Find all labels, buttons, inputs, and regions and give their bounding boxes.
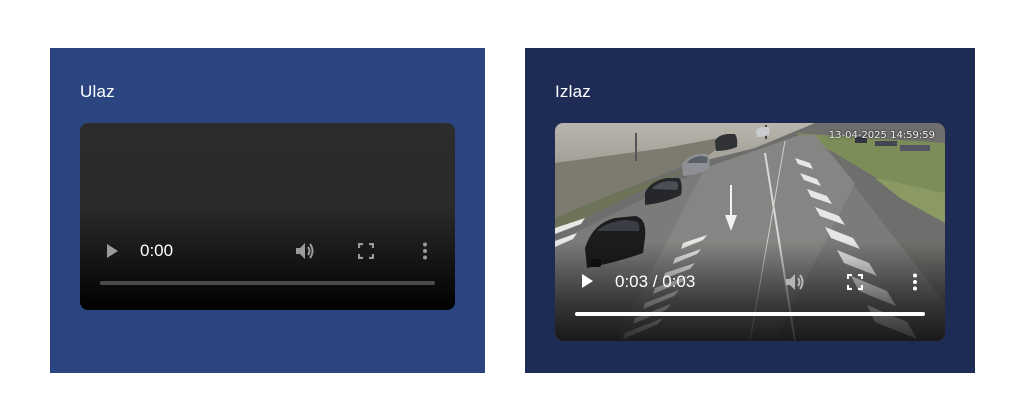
more-options-icon: [423, 242, 427, 260]
volume-icon: [786, 274, 804, 290]
input-video-player[interactable]: 0:00: [80, 123, 455, 310]
output-panel: Izlaz 13-04-2025 14:59:59 0:03 / 0:03: [525, 48, 975, 373]
fullscreen-button[interactable]: [355, 240, 377, 262]
output-panel-title: Izlaz: [555, 82, 591, 101]
play-icon: [582, 274, 593, 288]
play-button[interactable]: [102, 241, 122, 261]
input-panel-title: Ulaz: [80, 82, 115, 101]
volume-icon: [296, 243, 314, 259]
output-time-display: 0:03 / 0:03: [615, 272, 696, 291]
mute-button[interactable]: [783, 270, 807, 294]
output-progress-bar[interactable]: [575, 312, 925, 316]
more-options-icon: [913, 273, 917, 291]
mute-button[interactable]: [293, 239, 317, 263]
fullscreen-icon: [847, 274, 863, 290]
video-timestamp-overlay: 13-04-2025 14:59:59: [828, 130, 935, 141]
more-options-button[interactable]: [414, 240, 436, 262]
output-video-player[interactable]: 13-04-2025 14:59:59 0:03 / 0:03: [555, 123, 945, 341]
input-progress-bar[interactable]: [100, 281, 435, 285]
fullscreen-button[interactable]: [844, 271, 866, 293]
input-panel: Ulaz 0:00: [50, 48, 485, 373]
play-icon: [107, 244, 118, 258]
more-options-button[interactable]: [904, 271, 926, 293]
fullscreen-icon: [358, 243, 374, 259]
controls-shade: [555, 241, 945, 341]
play-button[interactable]: [577, 271, 597, 291]
output-progress-fill: [575, 312, 925, 316]
input-current-time: 0:00: [140, 241, 174, 260]
